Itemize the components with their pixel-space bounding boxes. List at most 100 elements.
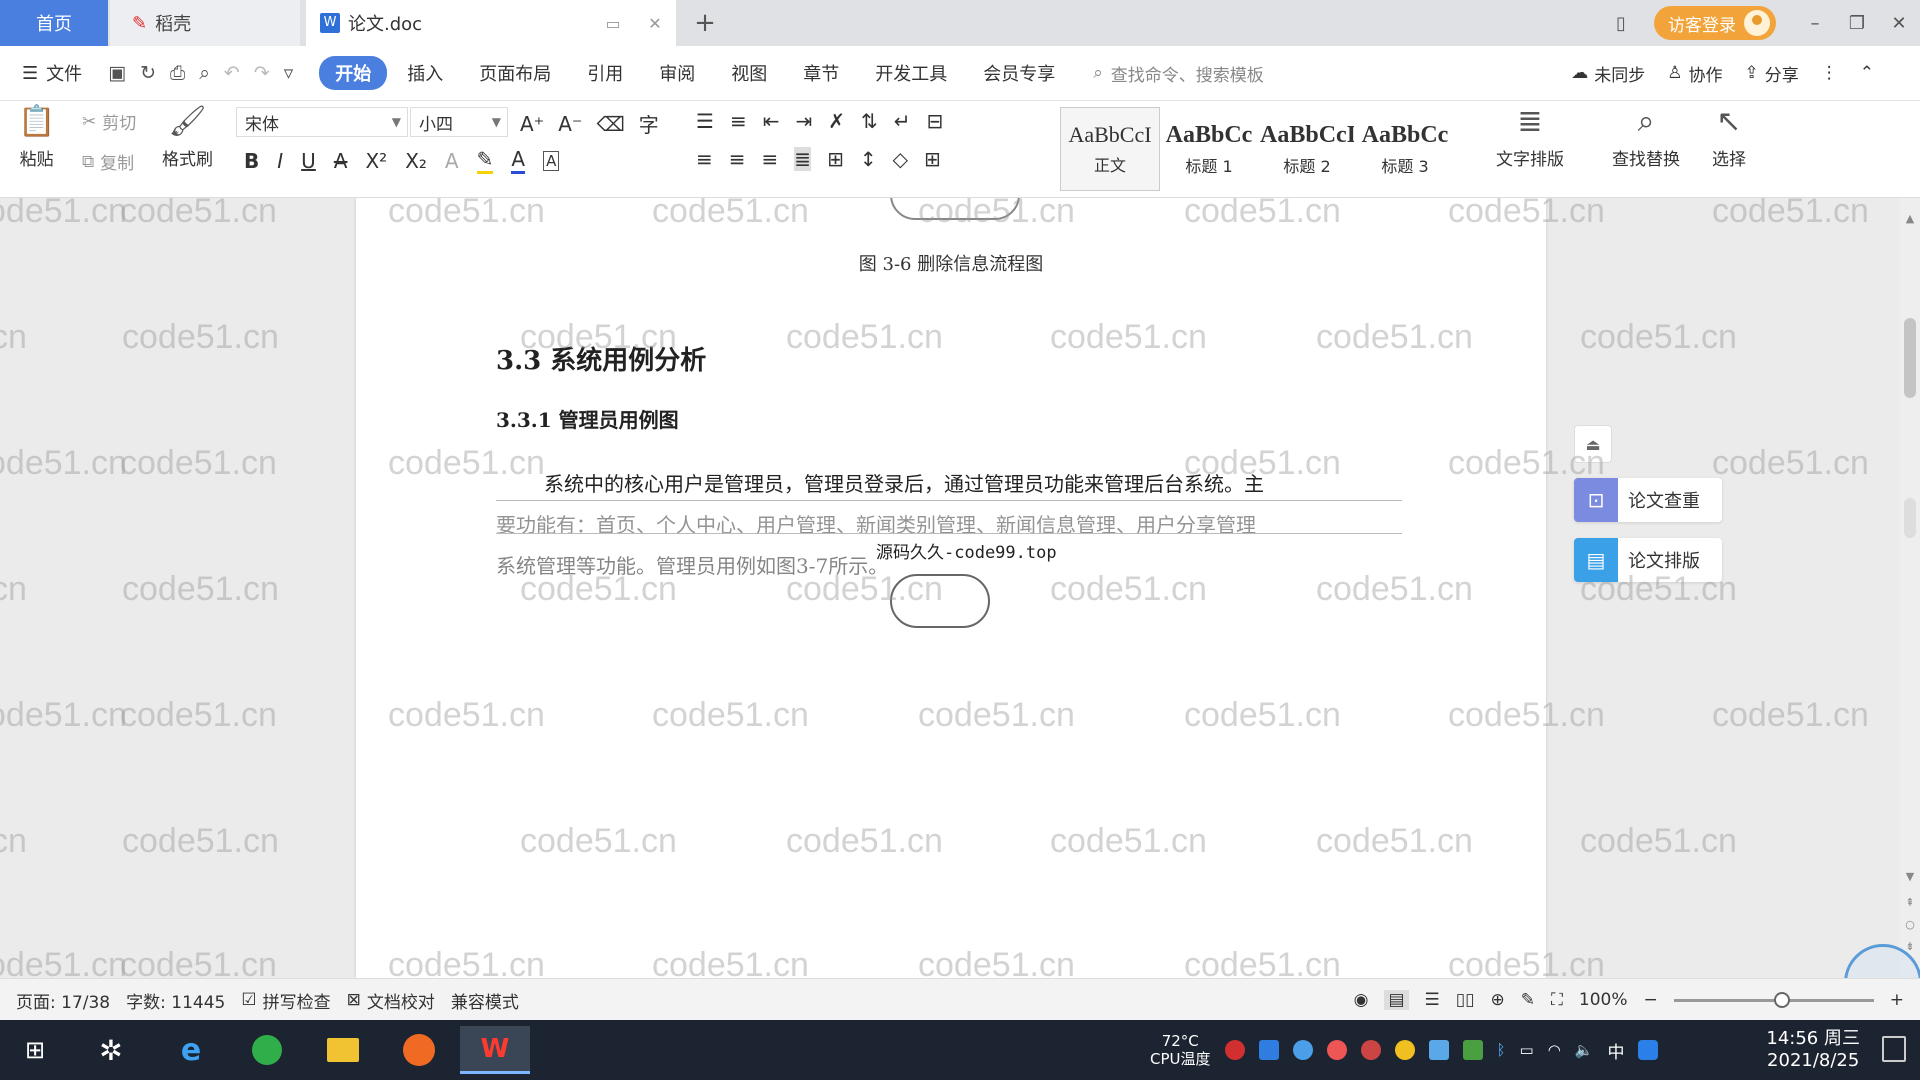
numbered-list-icon[interactable]: ≡ (730, 109, 747, 133)
cloud-icon[interactable]: ↻ (140, 62, 156, 84)
zoom-level[interactable]: 100% (1579, 990, 1628, 1010)
char-border-icon[interactable]: A (543, 150, 560, 171)
find-replace-button[interactable]: ⌕ 查找替换 (1612, 105, 1680, 171)
tab-home[interactable]: 首页 (0, 0, 108, 46)
style-heading-2[interactable]: AaBbCcI 标题 2 (1258, 107, 1356, 191)
increase-indent-icon[interactable]: ⇥ (795, 109, 812, 133)
search-tray-icon[interactable] (1638, 1040, 1659, 1060)
paper-layout-button[interactable]: ▤ 论文排版 (1574, 538, 1722, 582)
collab-button[interactable]: ♙ 协作 (1667, 61, 1722, 86)
restore-icon[interactable]: ❐ (1836, 0, 1878, 46)
prev-page-icon[interactable]: ⇞ (1900, 896, 1920, 909)
highlight-icon[interactable]: ✎ (476, 147, 494, 174)
start-button[interactable]: ⊞ (4, 1026, 66, 1074)
print-preview-icon[interactable]: ⌕ (199, 62, 210, 84)
tab-review[interactable]: 审阅 (643, 56, 711, 90)
spell-check-button[interactable]: ☑ 拼写检查 (241, 988, 330, 1013)
document-page[interactable]: 图 3-6 删除信息流程图 3.3 系统用例分析 3.3.1 管理员用例图 系统… (356, 198, 1546, 978)
tray-app-icon[interactable] (1258, 1040, 1279, 1060)
tab-developer[interactable]: 开发工具 (859, 56, 963, 90)
nvidia-icon[interactable] (1462, 1040, 1483, 1060)
redo-icon[interactable]: ↷ (254, 62, 270, 84)
share-button[interactable]: ⇪ 分享 (1745, 61, 1799, 86)
paste-button[interactable]: 📋 粘贴 (18, 105, 55, 171)
minimize-icon[interactable]: – (1794, 0, 1836, 46)
wifi-icon[interactable]: ◠ (1548, 1041, 1561, 1059)
zoom-slider-knob[interactable] (1773, 991, 1790, 1008)
font-color-icon[interactable]: A (511, 147, 526, 174)
text-effect-icon[interactable]: A (445, 149, 459, 173)
format-painter-button[interactable]: 🖌 格式刷 (162, 105, 213, 171)
notification-icon[interactable] (1882, 1036, 1906, 1062)
taskbar-ie[interactable]: e (160, 1026, 222, 1074)
ime-indicator[interactable]: 中 (1607, 1038, 1624, 1063)
align-left-icon[interactable]: ≡ (696, 147, 713, 171)
tab-member[interactable]: 会员专享 (967, 56, 1071, 90)
justify-icon[interactable]: ≣ (794, 147, 812, 171)
superscript-icon[interactable]: X² (365, 149, 387, 173)
vertical-scrollbar[interactable]: ▲ ▼ ⇞ ○ ⇟ (1900, 198, 1920, 978)
subscript-icon[interactable]: X₂ (405, 149, 427, 173)
qq-icon[interactable] (1360, 1040, 1381, 1060)
document-workspace[interactable]: 图 3-6 删除信息流程图 3.3 系统用例分析 3.3.1 管理员用例图 系统… (0, 198, 1900, 978)
font-name-select[interactable]: 宋体 ▼ (236, 107, 408, 137)
tray-app-icon[interactable] (1394, 1040, 1415, 1060)
ruler-icon[interactable]: ⊟ (927, 109, 944, 133)
style-normal[interactable]: AaBbCcI 正文 (1060, 107, 1160, 191)
battery-icon[interactable]: ▭ (1520, 1041, 1534, 1059)
text-layout-button[interactable]: ≣ 文字排版 (1496, 105, 1564, 171)
monitor-icon[interactable]: ▭ (600, 10, 626, 36)
grow-font-icon[interactable]: A⁺ (520, 112, 544, 136)
tab-daoke[interactable]: ✎ 稻壳 (110, 0, 300, 46)
tray-app-icon[interactable] (1428, 1040, 1449, 1060)
borders-icon[interactable]: ⊞ (924, 147, 941, 171)
line-spacing-icon[interactable]: ↕ (860, 147, 877, 171)
paper-check-button[interactable]: ⊡ 论文查重 (1574, 478, 1722, 522)
cut-button[interactable]: ✂ 剪切 (82, 109, 136, 135)
browse-object-icon[interactable]: ○ (1900, 918, 1920, 931)
sort-icon[interactable]: ⇅ (861, 109, 878, 133)
align-center-icon[interactable]: ≡ (729, 147, 746, 171)
style-heading-3[interactable]: AaBbCc 标题 3 (1356, 107, 1454, 191)
undo-icon[interactable]: ↶ (224, 62, 240, 84)
file-menu[interactable]: ☰ 文件 (22, 60, 82, 86)
taskbar-wps[interactable]: W (460, 1026, 530, 1074)
zoom-slider[interactable] (1673, 991, 1874, 1008)
scroll-down-icon[interactable]: ▼ (1900, 870, 1920, 883)
cpu-temp[interactable]: 72°C CPU温度 (1150, 1032, 1211, 1068)
tab-document[interactable]: W 论文.doc ▭ ✕ (306, 0, 676, 46)
qq-icon[interactable] (1326, 1040, 1347, 1060)
clear-format-icon[interactable]: ⌫ (597, 112, 625, 136)
tab-references[interactable]: 引用 (571, 56, 639, 90)
distributed-icon[interactable]: ⊞ (827, 147, 844, 171)
decrease-indent-icon[interactable]: ⇤ (763, 109, 780, 133)
screen-count-icon[interactable]: ▯ (1600, 0, 1642, 46)
print-icon[interactable]: ⎙ (170, 62, 185, 84)
strikethrough-icon[interactable]: A (334, 149, 348, 173)
taskbar-app[interactable]: ✲ (80, 1026, 142, 1074)
customize-dropdown-icon[interactable]: ▿ (284, 62, 294, 84)
reading-view-icon[interactable]: ▯▯ (1456, 990, 1475, 1010)
zoom-out-icon[interactable]: − (1644, 990, 1658, 1010)
bold-icon[interactable]: B (244, 149, 259, 173)
taskbar-browser[interactable] (236, 1026, 298, 1074)
taskbar-explorer[interactable] (312, 1026, 374, 1074)
bluetooth-icon[interactable]: ᛒ (1497, 1041, 1506, 1059)
close-tab-icon[interactable]: ✕ (642, 10, 668, 36)
write-view-icon[interactable]: ✎ (1521, 990, 1535, 1010)
command-search[interactable]: ⌕ 查找命令、搜索模板 (1093, 61, 1264, 86)
collapse-ribbon-icon[interactable]: ⌃ (1860, 63, 1874, 83)
copy-button[interactable]: ⧉ 复制 (82, 149, 134, 175)
system-clock[interactable]: 14:56 周三 2021/8/25 (1766, 1028, 1860, 1072)
page-indicator[interactable]: 页面: 17/38 (16, 988, 110, 1013)
font-size-select[interactable]: 小四 ▼ (410, 107, 508, 137)
visitor-login-button[interactable]: 访客登录 (1654, 6, 1776, 40)
phonetic-icon[interactable]: 字 (639, 109, 659, 138)
fit-page-icon[interactable]: ⛶ (1551, 990, 1563, 1010)
collapse-panel-icon[interactable]: ⏏ (1574, 425, 1612, 463)
web-view-icon[interactable]: ⊕ (1490, 990, 1504, 1010)
select-button[interactable]: ↖ 选择 (1712, 105, 1746, 171)
shading-icon[interactable]: ◇ (893, 147, 908, 171)
proofread-button[interactable]: ⊠ 文档校对 (347, 988, 435, 1013)
shrink-font-icon[interactable]: A⁻ (558, 112, 582, 136)
